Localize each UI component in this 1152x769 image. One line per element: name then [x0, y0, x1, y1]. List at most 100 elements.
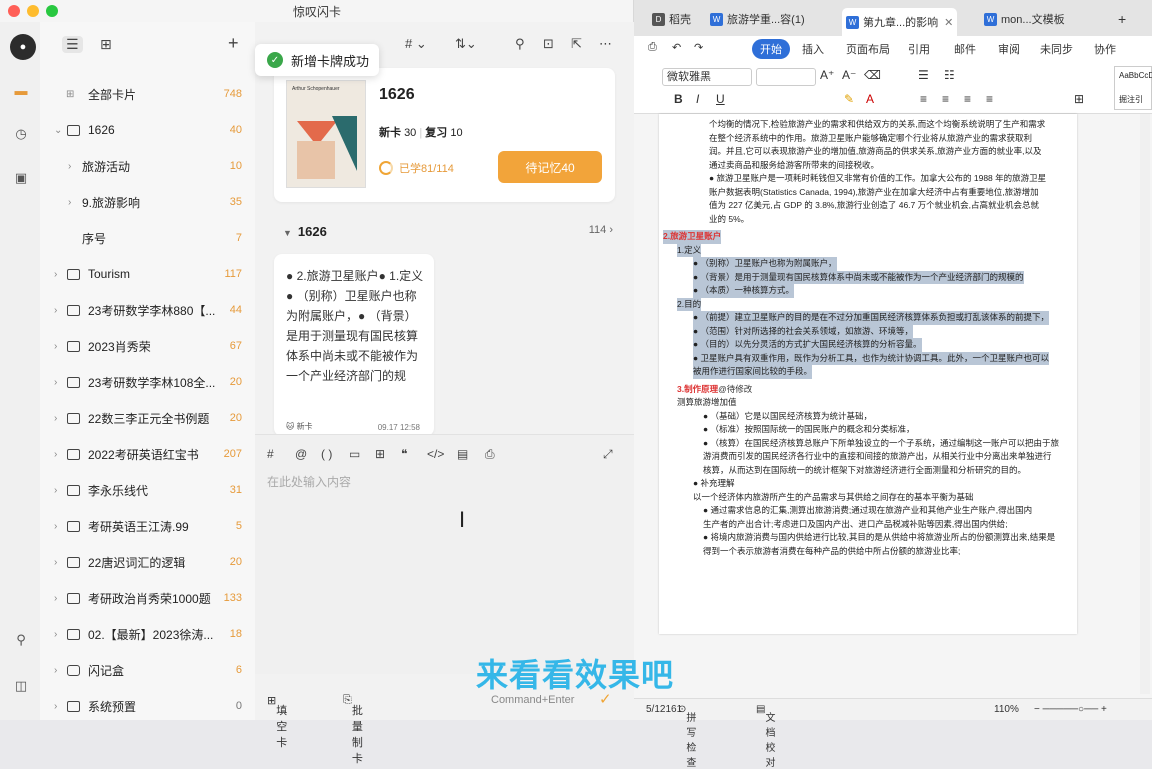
zoom-window-button[interactable] — [46, 5, 58, 17]
sidebar-item-deck[interactable]: › 李永乐线代 31 — [40, 472, 255, 508]
tag-filter-icon[interactable]: # ⌄ — [405, 36, 427, 52]
sidebar-item-tourism-impact[interactable]: › 9.旅游影响 35 — [40, 184, 255, 220]
undo-icon[interactable]: ↶ — [672, 41, 681, 54]
menu-mail[interactable]: 邮件 — [954, 41, 976, 57]
inbox-icon[interactable]: ⊡ — [543, 36, 554, 52]
sidebar-item-sequence[interactable]: 序号 7 — [40, 220, 255, 256]
borders-icon[interactable]: ⊞ — [1074, 92, 1084, 106]
more-icon[interactable]: ⋯ — [599, 36, 612, 52]
parentheses-icon[interactable]: ( ) — [321, 447, 332, 461]
minimize-window-button[interactable] — [27, 5, 39, 17]
batch-card-button[interactable]: ⎘ 批量制卡 — [343, 694, 363, 765]
deck-card[interactable]: Arthur Schopenhauer 1626 新卡 30 | 复习 10 已… — [274, 68, 615, 202]
search-icon[interactable]: ⚲ — [13, 632, 29, 648]
share-icon[interactable]: ⇱ — [571, 36, 582, 52]
menu-start[interactable]: 开始 — [752, 39, 790, 59]
zoom-level[interactable]: 110% — [994, 704, 1019, 715]
chevron-right-icon[interactable]: › — [54, 377, 57, 388]
chevron-right-icon[interactable]: › — [54, 305, 57, 316]
shrink-font-icon[interactable]: A⁻ — [842, 68, 856, 82]
vertical-scrollbar[interactable] — [1140, 114, 1150, 694]
image-icon[interactable]: ▭ — [349, 447, 360, 461]
chevron-right-icon[interactable]: › — [54, 269, 57, 280]
menu-layout[interactable]: 页面布局 — [846, 41, 890, 57]
sidebar-item-deck[interactable]: › 22唐迟词汇的逻辑 20 — [40, 544, 255, 580]
redo-icon[interactable]: ↷ — [694, 41, 703, 54]
spell-check-button[interactable]: ⊙ 拼写检查 — [678, 704, 696, 769]
grow-font-icon[interactable]: A⁺ — [820, 68, 834, 82]
document-page[interactable]: 个均衡的情况下,检验旅游产业的需求和供给双方的关系,而这个均衡系统说明了生产和需… — [659, 114, 1077, 634]
sidebar-item-deck[interactable]: › 23考研数学李林880【... 44 — [40, 292, 255, 328]
panel-icon[interactable]: ◫ — [13, 678, 29, 694]
font-color-icon[interactable]: A — [866, 92, 874, 106]
code-icon[interactable]: </> — [427, 447, 444, 461]
sidebar-item-tourism[interactable]: › Tourism 117 — [40, 256, 255, 292]
close-window-button[interactable] — [8, 5, 20, 17]
align-right-icon[interactable]: ≡ — [964, 92, 971, 106]
menu-collab[interactable]: 协作 — [1094, 41, 1116, 57]
expand-icon[interactable]: ⤢ — [603, 447, 613, 462]
numbered-list-icon[interactable]: ☷ — [944, 68, 955, 82]
proofread-button[interactable]: ▤ 文档校对 — [756, 704, 775, 769]
menu-insert[interactable]: 插入 — [802, 41, 824, 57]
tab-chapter9[interactable]: W 第九章...的影响 ✕ — [842, 8, 958, 36]
sidebar-item-deck[interactable]: › 02.【最新】2023徐涛... 18 — [40, 616, 255, 652]
mention-icon[interactable]: @ — [295, 447, 307, 461]
sync-status[interactable]: 未同步 — [1040, 41, 1073, 57]
font-name-select[interactable]: 微软雅黑 — [662, 68, 752, 86]
print-icon[interactable]: ⎙ — [485, 447, 495, 462]
chevron-right-icon[interactable]: › — [54, 593, 57, 604]
file-icon[interactable]: ▤ — [457, 447, 468, 461]
sidebar-item-system-preset[interactable]: › 系统预置 0 — [40, 688, 255, 724]
chevron-right-icon[interactable]: › — [68, 197, 71, 208]
chevron-right-icon[interactable]: › — [54, 557, 57, 568]
avatar[interactable]: ● — [10, 34, 36, 60]
sort-icon[interactable]: ⇅⌄ — [455, 36, 477, 52]
bullet-list-icon[interactable]: ☰ — [918, 68, 929, 82]
tab-tourism-doc[interactable]: W 旅游学重...容(1) — [710, 8, 805, 30]
sidebar-item-all-cards[interactable]: ⊞ 全部卡片 748 — [40, 76, 255, 112]
list-view-icon[interactable]: ☰ — [62, 36, 83, 53]
menu-review[interactable]: 审阅 — [998, 41, 1020, 57]
table-icon[interactable]: ⊞ — [375, 447, 385, 461]
chevron-right-icon[interactable]: › — [54, 413, 57, 424]
grid-view-icon[interactable]: ⊞ — [100, 36, 112, 53]
sidebar-item-deck[interactable]: › 考研英语王江涛.99 5 — [40, 508, 255, 544]
chevron-right-icon[interactable]: › — [54, 629, 57, 640]
sidebar-item-deck[interactable]: › 22数三李正元全书例题 20 — [40, 400, 255, 436]
highlight-icon[interactable]: ✎ — [844, 92, 854, 106]
chevron-down-icon[interactable]: ⌄ — [54, 125, 62, 136]
italic-button[interactable]: I — [696, 92, 699, 106]
add-deck-button[interactable]: + — [228, 33, 239, 54]
sidebar-item-deck[interactable]: › 2023肖秀荣 67 — [40, 328, 255, 364]
cards-icon[interactable]: ▬ — [13, 82, 29, 98]
search-icon[interactable]: ⚲ — [515, 36, 525, 52]
menu-reference[interactable]: 引用 — [908, 41, 930, 57]
bold-button[interactable]: B — [674, 92, 683, 106]
quote-icon[interactable]: ❝ — [401, 447, 407, 461]
sidebar-item-deck[interactable]: › 23考研数学李林108全... 20 — [40, 364, 255, 400]
print-icon[interactable]: ⎙ — [648, 41, 657, 54]
sidebar-item-1626[interactable]: ⌄ 1626 40 — [40, 112, 255, 148]
style-gallery[interactable]: AaBbCcD 掘注引 — [1114, 66, 1152, 110]
chevron-right-icon[interactable]: › — [54, 701, 57, 712]
tab-daoke[interactable]: D 稻壳 — [652, 8, 691, 30]
chevron-right-icon[interactable]: › — [54, 521, 57, 532]
align-center-icon[interactable]: ≡ — [942, 92, 949, 106]
chevron-right-icon[interactable]: › — [54, 665, 57, 676]
editor-input[interactable]: 在此处输入内容 — [267, 473, 351, 490]
tab-template[interactable]: Wmon...文模板 — [984, 8, 1065, 30]
fill-card-button[interactable]: ⊞ 填空卡 — [267, 694, 287, 749]
box-icon[interactable]: ▣ — [13, 170, 29, 186]
add-tab-button[interactable]: + — [1118, 8, 1126, 30]
sidebar-item-deck[interactable]: › 2022考研英语红宝书 207 — [40, 436, 255, 472]
chevron-right-icon[interactable]: › — [54, 485, 57, 496]
chevron-right-icon[interactable]: › — [68, 161, 71, 172]
close-tab-icon[interactable]: ✕ — [944, 16, 953, 29]
review-button[interactable]: 待记忆40 — [498, 151, 602, 183]
align-left-icon[interactable]: ≡ — [920, 92, 927, 106]
chevron-right-icon[interactable]: › — [54, 341, 57, 352]
justify-icon[interactable]: ≡ — [986, 92, 993, 106]
underline-button[interactable]: U — [716, 92, 725, 106]
eraser-icon[interactable]: ⌫ — [864, 68, 881, 82]
